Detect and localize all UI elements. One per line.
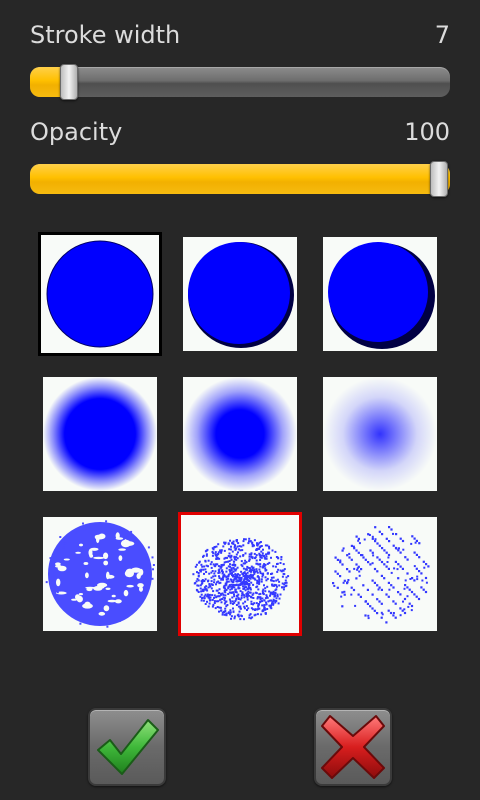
brush-preview-spray-dots <box>183 517 297 631</box>
brush-solid-flat[interactable] <box>38 232 162 356</box>
brush-crosshatch-dots[interactable] <box>323 517 437 631</box>
opacity-track[interactable] <box>30 164 450 194</box>
brush-spray-dots[interactable] <box>178 512 302 636</box>
brush-preview-spatter-blot <box>43 517 157 631</box>
brush-preview-solid-deep-shaded <box>323 237 437 351</box>
opacity-slider[interactable] <box>30 161 450 197</box>
stroke-width-value: 7 <box>434 21 450 49</box>
opacity-label: Opacity <box>30 118 123 146</box>
stroke-width-track[interactable] <box>30 67 450 97</box>
brush-airbrush[interactable] <box>323 377 437 491</box>
brush-preview-crosshatch-dots <box>323 517 437 631</box>
brush-preview-solid-flat <box>43 237 157 351</box>
x-icon <box>321 715 385 779</box>
brush-preview-soft-edge <box>43 377 157 491</box>
stroke-width-label: Stroke width <box>30 21 181 49</box>
opacity-value: 100 <box>404 118 450 146</box>
brush-solid-deep-shaded[interactable] <box>323 237 437 351</box>
stroke-width-slider[interactable] <box>30 64 450 100</box>
stroke-width-thumb[interactable] <box>60 64 78 100</box>
brush-soft-edge[interactable] <box>43 377 157 491</box>
brush-spatter-blot[interactable] <box>43 517 157 631</box>
checkmark-icon <box>97 719 159 775</box>
brush-preview-solid-shaded <box>183 237 297 351</box>
cancel-button[interactable] <box>314 708 392 786</box>
opacity-fill <box>30 164 450 194</box>
confirm-button[interactable] <box>88 708 166 786</box>
brush-solid-shaded[interactable] <box>183 237 297 351</box>
brush-settings-dialog: Stroke width 7 Opacity 100 <box>0 0 480 800</box>
brush-preview-softer-edge <box>183 377 297 491</box>
brush-softer-edge[interactable] <box>183 377 297 491</box>
brush-preview-airbrush <box>323 377 437 491</box>
opacity-thumb[interactable] <box>430 161 448 197</box>
